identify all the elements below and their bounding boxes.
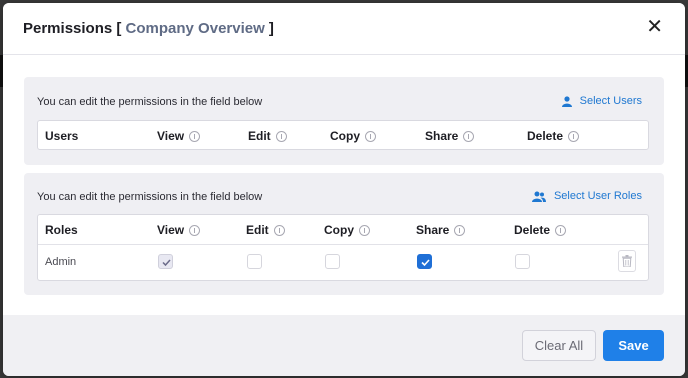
col-view: View <box>157 129 201 143</box>
modal-header: Permissions [ Company Overview ] ✕ <box>3 3 685 55</box>
select-user-roles-link[interactable]: Select User Roles <box>531 190 642 202</box>
admin-delete-checkbox[interactable] <box>515 254 530 269</box>
admin-copy-checkbox[interactable] <box>325 254 340 269</box>
close-icon[interactable]: ✕ <box>646 17 663 37</box>
users-table: Users View Edit Copy Share Delete <box>37 120 649 150</box>
info-icon <box>189 130 201 142</box>
users-panel-description: You can edit the permissions in the fiel… <box>37 96 263 108</box>
info-icon <box>273 224 285 236</box>
col-share: Share <box>425 129 475 143</box>
select-users-label: Select Users <box>579 95 642 107</box>
admin-view-checkbox[interactable] <box>158 254 173 269</box>
role-name-admin: Admin <box>45 256 77 268</box>
roles-panel-description: You can edit the permissions in the fiel… <box>37 191 263 203</box>
col-copy: Copy <box>324 223 370 237</box>
check-icon <box>421 259 430 267</box>
modal-title: Permissions [ Company Overview ] <box>23 20 274 37</box>
row-divider <box>38 244 648 245</box>
modal-body: You can edit the permissions in the fiel… <box>3 55 685 315</box>
users-group-icon <box>531 191 546 202</box>
col-delete: Delete <box>514 223 567 237</box>
users-panel: You can edit the permissions in the fiel… <box>24 77 664 165</box>
modal-footer: Clear All Save <box>3 315 685 376</box>
clear-all-button[interactable]: Clear All <box>522 330 596 361</box>
user-icon <box>561 95 572 107</box>
admin-share-checkbox[interactable] <box>417 254 432 269</box>
check-icon <box>162 259 171 267</box>
col-delete: Delete <box>527 129 580 143</box>
info-icon <box>275 130 287 142</box>
col-roles: Roles <box>45 223 78 237</box>
info-icon <box>359 224 370 236</box>
col-share: Share <box>416 223 466 237</box>
admin-edit-checkbox[interactable] <box>247 254 262 269</box>
col-copy: Copy <box>330 129 376 143</box>
title-suffix: ] <box>264 20 274 37</box>
col-users: Users <box>45 129 79 143</box>
roles-table: Roles View Edit Copy Share Delete Admin <box>37 214 649 281</box>
info-icon <box>568 130 580 142</box>
select-users-link[interactable]: Select Users <box>561 95 642 107</box>
delete-row-button[interactable] <box>618 250 636 272</box>
permissions-modal: Permissions [ Company Overview ] ✕ You c… <box>3 3 685 376</box>
col-edit: Edit <box>248 129 287 143</box>
save-button[interactable]: Save <box>603 330 664 361</box>
info-icon <box>454 224 466 236</box>
select-user-roles-label: Select User Roles <box>553 190 642 202</box>
col-view: View <box>157 223 201 237</box>
trash-icon <box>622 255 632 267</box>
info-icon <box>555 224 567 236</box>
col-edit: Edit <box>246 223 285 237</box>
title-prefix: Permissions [ <box>23 20 126 37</box>
info-icon <box>463 130 475 142</box>
title-entity: Company Overview <box>125 20 265 37</box>
info-icon <box>365 130 376 142</box>
roles-panel: You can edit the permissions in the fiel… <box>24 173 664 295</box>
info-icon <box>189 224 201 236</box>
